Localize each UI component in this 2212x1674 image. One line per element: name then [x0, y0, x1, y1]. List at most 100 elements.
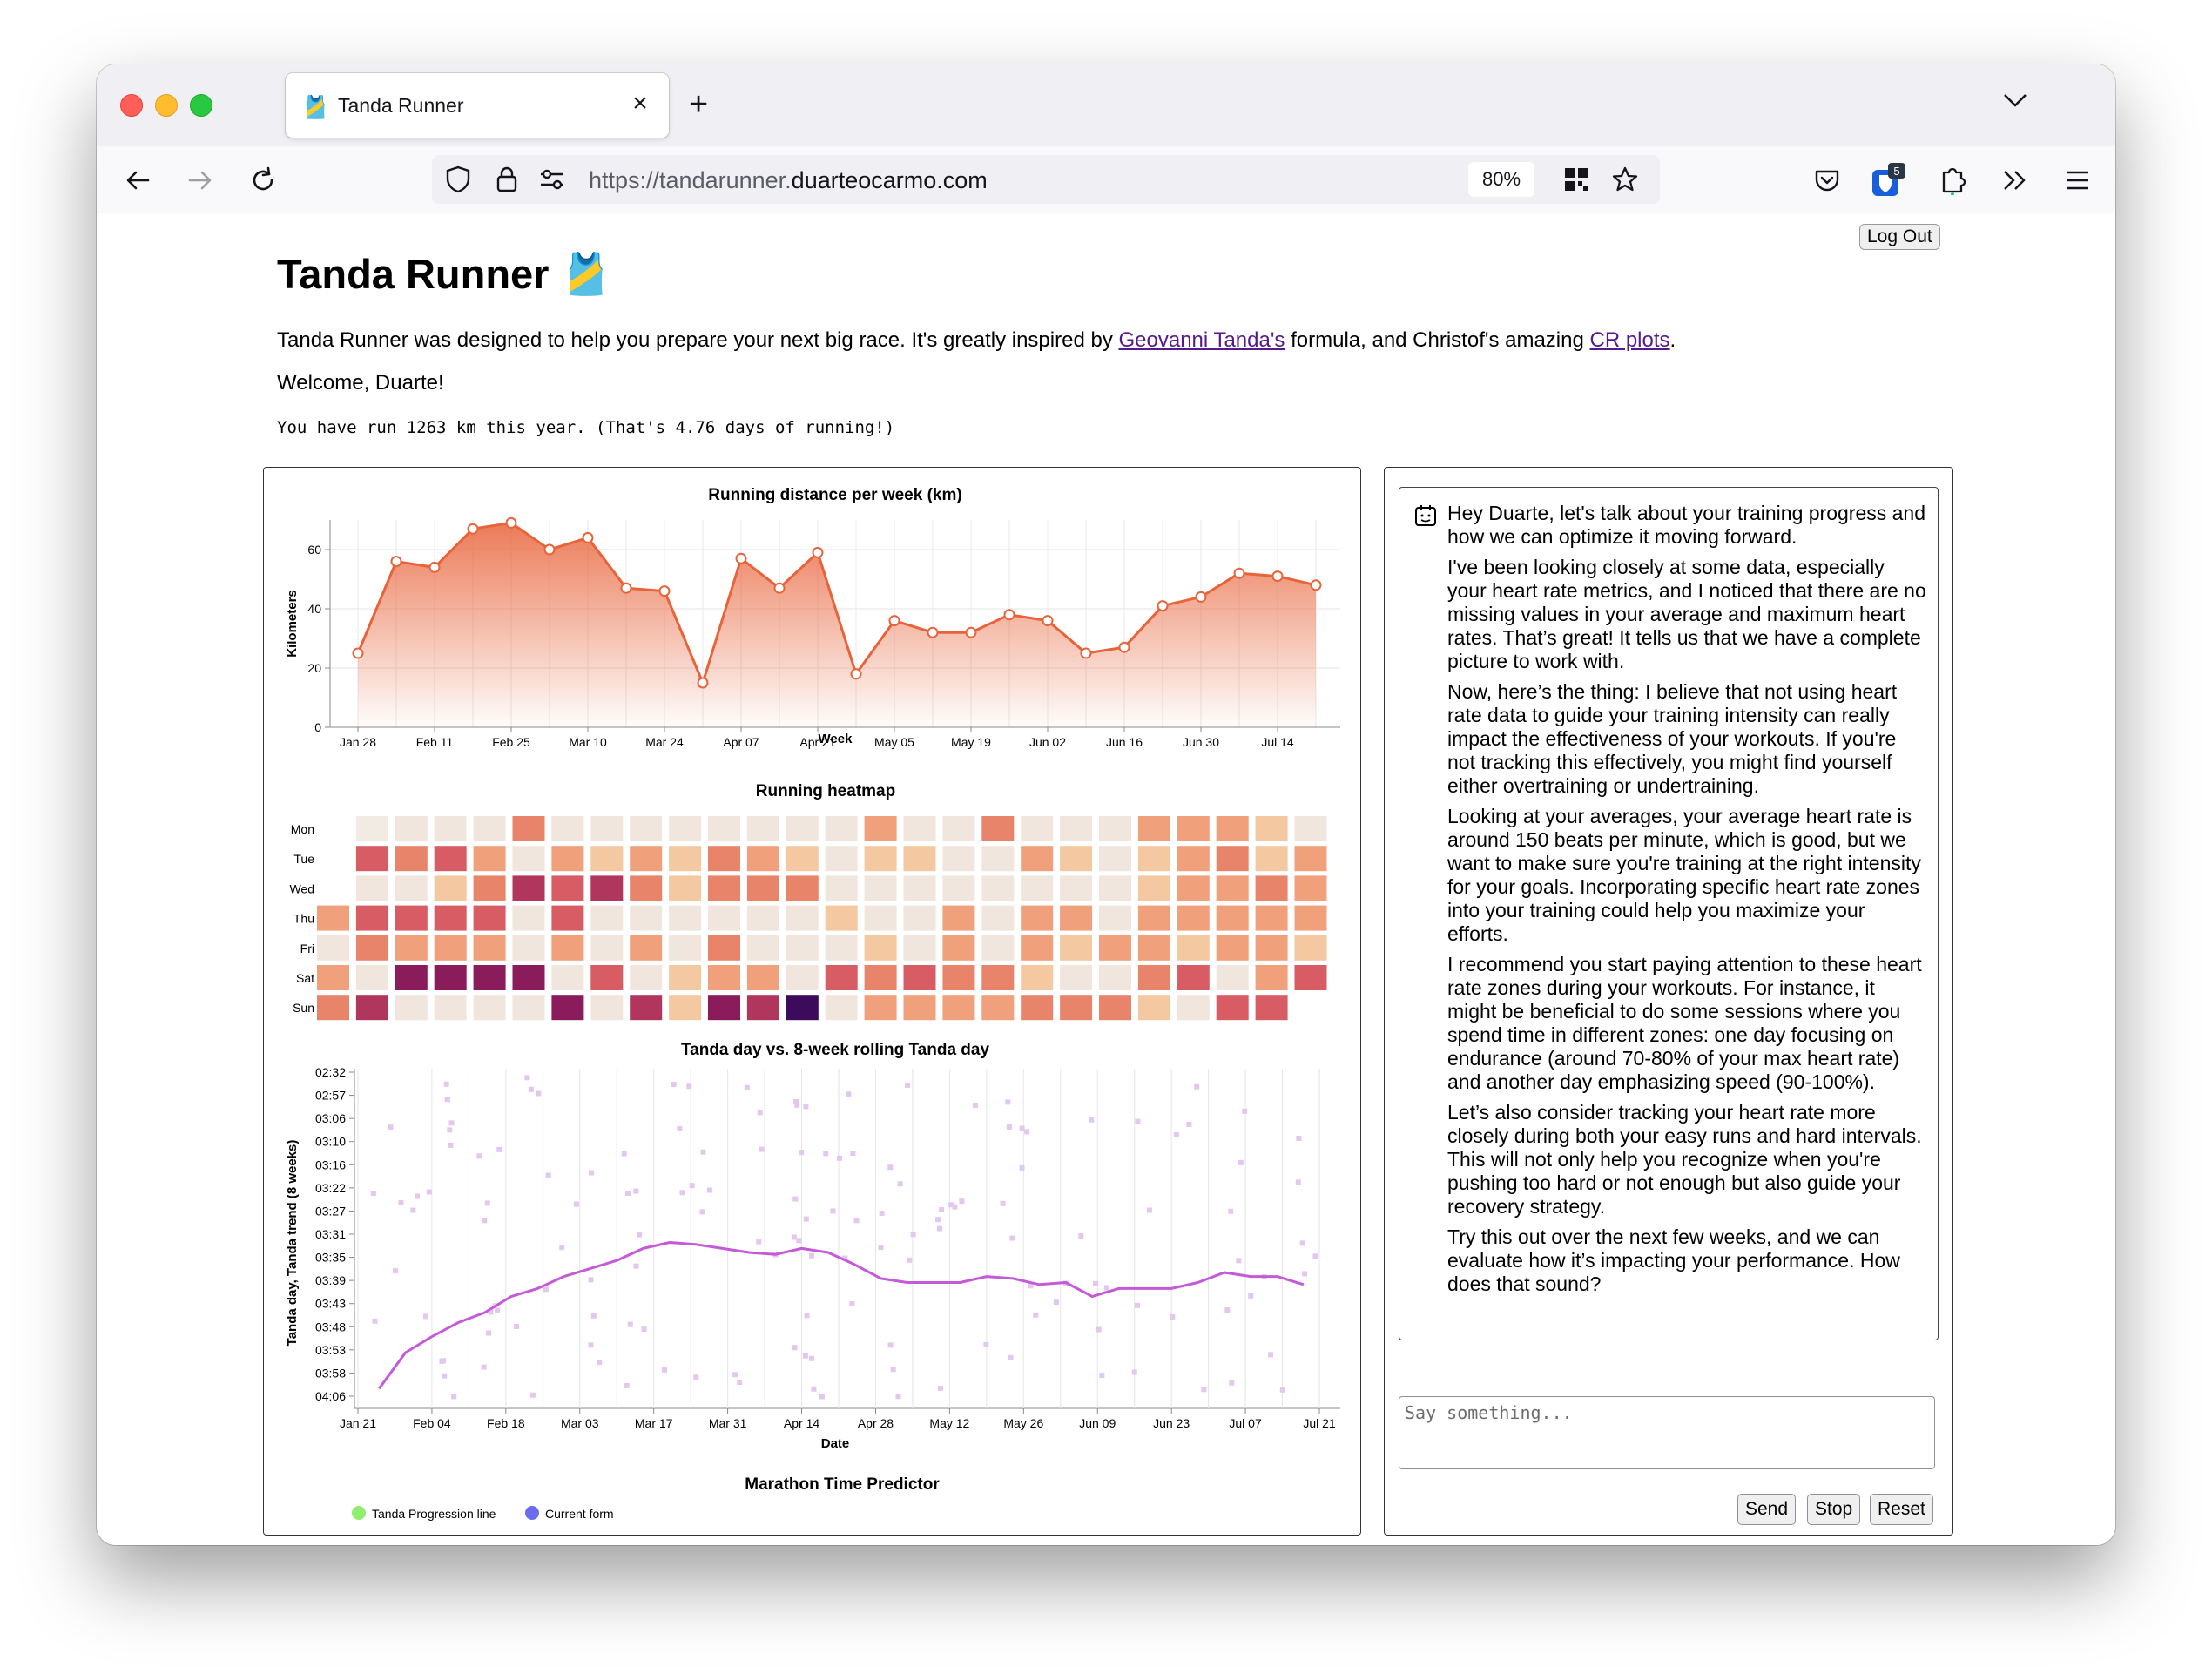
tanda-day-point — [559, 1245, 565, 1251]
tanda-day-point — [372, 1318, 378, 1324]
send-button[interactable]: Send — [1737, 1494, 1797, 1525]
url-domain: duarteocarmo.com — [791, 167, 988, 193]
chat-paragraph: I recommend you start paying attention t… — [1447, 953, 1922, 1093]
bookmark-star-icon[interactable] — [1609, 164, 1641, 195]
heatmap-cell — [981, 905, 1015, 931]
tab-close-icon[interactable]: × — [624, 87, 657, 120]
heatmap-cell — [942, 875, 975, 901]
heatmap-cell — [786, 875, 819, 901]
tanda-day-point — [641, 1326, 647, 1333]
url-text[interactable]: https://tandarunner.duarteocarmo.com — [589, 167, 988, 194]
heatmap-cell — [512, 965, 545, 990]
heatmap-cell — [317, 995, 349, 1021]
distance-point — [658, 585, 671, 597]
cr-plots-link[interactable]: CR plots — [1590, 328, 1670, 352]
tanda-day-point — [757, 1110, 763, 1116]
tanda-day-point — [671, 1081, 677, 1087]
distance-point — [1003, 609, 1015, 621]
trend-y-tick-label: 03:35 — [315, 1251, 346, 1265]
heatmap-cell — [864, 935, 897, 961]
tanda-day-point — [796, 1238, 802, 1244]
hamburger-menu-icon[interactable] — [2060, 162, 2096, 199]
trend-y-tick-label: 03:43 — [315, 1297, 346, 1311]
tanda-day-point — [1268, 1352, 1274, 1358]
extension-badge: 5 — [1893, 165, 1899, 178]
heatmap-row-label: Mon — [291, 822, 314, 836]
tanda-day-point — [588, 1342, 594, 1348]
pocket-icon[interactable] — [1809, 162, 1845, 199]
tanda-day-point — [1186, 1121, 1192, 1127]
address-bar[interactable]: https://tandarunner.duarteocarmo.com 80% — [432, 155, 1660, 204]
reload-button[interactable] — [245, 162, 281, 199]
tanda-day-point — [597, 1360, 603, 1366]
bitwarden-extension-icon[interactable]: 5 — [1870, 162, 1906, 199]
log-out-button[interactable]: Log Out — [1859, 224, 1940, 250]
heatmap-cell — [786, 816, 819, 841]
extensions-puzzle-icon[interactable] — [1934, 162, 1971, 199]
intro-text: Tanda Runner was designed to help you pr… — [277, 328, 1119, 352]
tanda-day-point — [1005, 1099, 1011, 1105]
chat-paragraph: Try this out over the next few weeks, an… — [1447, 1225, 1900, 1295]
heatmap-cell — [1099, 816, 1131, 841]
tanda-day-point — [791, 1234, 797, 1240]
heatmap-cell — [903, 965, 936, 990]
new-tab-button[interactable]: + — [689, 85, 708, 124]
heatmap-cell — [669, 965, 702, 990]
stop-button[interactable]: Stop — [1807, 1494, 1861, 1525]
forward-button[interactable] — [182, 162, 219, 199]
tanda-day-point — [1229, 1380, 1235, 1386]
tanda-day-point — [1236, 1258, 1242, 1264]
heatmap-cell — [1177, 935, 1210, 961]
tanda-day-point — [442, 1373, 448, 1379]
tanda-day-point — [939, 1207, 945, 1213]
heatmap-cell — [786, 846, 819, 872]
tanda-day-point — [983, 1341, 989, 1347]
distance-point — [467, 523, 479, 535]
tanda-day-point — [545, 1172, 551, 1178]
back-button[interactable] — [119, 162, 156, 199]
heatmap-cell — [1255, 905, 1288, 931]
heatmap-cell — [669, 935, 702, 961]
qr-code-icon[interactable] — [1561, 164, 1592, 195]
tab-list-chevron-icon[interactable] — [2002, 87, 2028, 115]
x-tick-label: Feb 11 — [416, 735, 454, 749]
heatmap-cell — [630, 905, 663, 931]
distance-point — [1195, 591, 1207, 603]
reset-button[interactable]: Reset — [1870, 1494, 1933, 1525]
tanda-day-point — [393, 1268, 399, 1274]
browser-tab[interactable]: 🎽 Tanda Runner × — [286, 73, 669, 138]
chat-input[interactable]: Say something... — [1399, 1396, 1935, 1469]
minimize-window-button[interactable] — [155, 94, 178, 117]
close-window-button[interactable] — [120, 94, 143, 117]
heatmap-row-label: Sun — [293, 1001, 314, 1015]
tanda-day-point — [621, 1151, 627, 1157]
trend-y-tick-label: 03:27 — [315, 1204, 346, 1218]
zoom-level-badge[interactable]: 80% — [1468, 162, 1534, 197]
distance-point — [927, 626, 939, 638]
tanda-day-point — [448, 1120, 455, 1126]
tanda-day-point — [1131, 1369, 1137, 1375]
heatmap-cell — [981, 816, 1015, 841]
tanda-formula-link[interactable]: Geovanni Tanda's — [1118, 328, 1285, 352]
heatmap-cell — [1294, 875, 1327, 901]
heatmap-cell — [1060, 905, 1093, 931]
maximize-window-button[interactable] — [190, 94, 212, 117]
heatmap-cell — [1216, 905, 1249, 931]
heatmap-cell — [981, 935, 1015, 961]
heatmap-cell — [1255, 935, 1288, 961]
distance-point — [582, 531, 594, 543]
distance-point — [1042, 615, 1054, 627]
tanda-day-point — [481, 1364, 487, 1370]
tanda-day-point — [744, 1084, 750, 1090]
y-axis-title: Kilometers — [285, 590, 300, 658]
permissions-icon[interactable] — [536, 164, 568, 195]
shield-icon[interactable] — [442, 164, 474, 195]
x-tick-label: Apr 07 — [723, 735, 759, 749]
heatmap-cell — [1137, 816, 1170, 841]
tanda-day-point — [573, 1201, 579, 1207]
more-tools-chevron-icon[interactable] — [1997, 162, 2033, 199]
heatmap-cell — [395, 995, 428, 1021]
heatmap-cell — [1177, 816, 1210, 841]
lock-icon[interactable] — [491, 164, 523, 195]
heatmap-cell — [1060, 935, 1093, 961]
